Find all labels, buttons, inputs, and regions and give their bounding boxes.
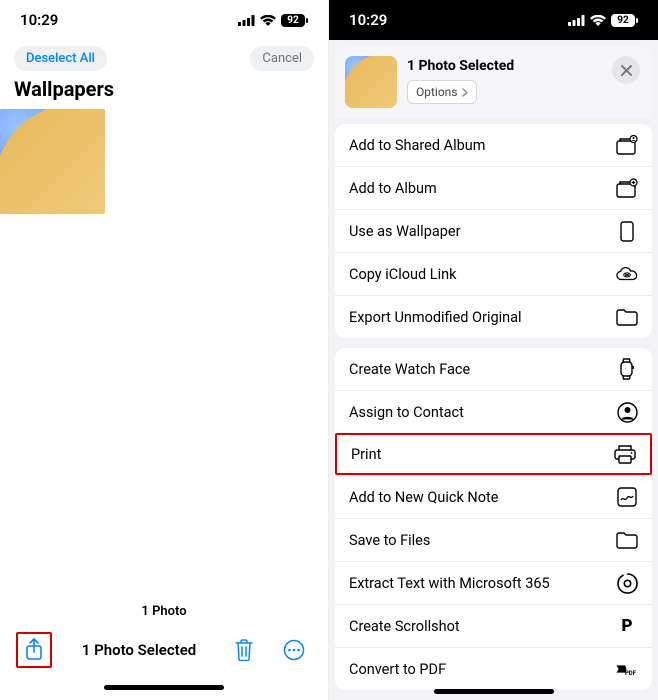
row-label: Add to Album: [349, 180, 437, 197]
photo-count: 1 Photo: [0, 600, 328, 627]
row-label: Export Unmodified Original: [349, 309, 522, 326]
action-quick-note[interactable]: Add to New Quick Note: [335, 475, 652, 518]
phone-right: 10:29 92 1 Photo Selected Options: [329, 0, 658, 700]
row-label: Add to Shared Album: [349, 137, 485, 154]
phone-left: 10:29 92 Deselect All Cancel Wallpapers …: [0, 0, 329, 700]
chevron-right-icon: [462, 88, 468, 97]
scrollshot-icon: P: [616, 615, 638, 637]
close-icon: [621, 65, 632, 76]
selected-label: 1 Photo Selected: [82, 641, 196, 659]
watch-icon: [616, 358, 638, 380]
pdf-icon: PDF: [616, 658, 638, 680]
row-label: Copy iCloud Link: [349, 266, 456, 283]
shared-album-icon: [616, 134, 638, 156]
quick-note-icon: [616, 486, 638, 508]
folder-icon: [616, 306, 638, 328]
row-label: Create Watch Face: [349, 361, 470, 378]
album-title: Wallpapers: [0, 73, 328, 109]
action-use-as-wallpaper[interactable]: Use as Wallpaper: [335, 209, 652, 252]
microsoft-365-icon: [616, 572, 638, 594]
row-label: Extract Text with Microsoft 365: [349, 575, 550, 592]
action-assign-contact[interactable]: Assign to Contact: [335, 390, 652, 433]
row-label: Use as Wallpaper: [349, 223, 460, 240]
row-label: Add to New Quick Note: [349, 489, 498, 506]
row-label: Print: [351, 446, 381, 463]
options-button[interactable]: Options: [407, 80, 477, 104]
status-bar: 10:29 92: [0, 0, 328, 40]
action-extract-text[interactable]: Extract Text with Microsoft 365: [335, 561, 652, 604]
deselect-all-button[interactable]: Deselect All: [14, 46, 107, 71]
action-copy-icloud-link[interactable]: Copy iCloud Link: [335, 252, 652, 295]
sheet-thumbnail: [345, 56, 397, 108]
cellular-icon: [238, 15, 255, 26]
row-label: Save to Files: [349, 532, 430, 549]
add-album-icon: [616, 177, 638, 199]
row-label: Assign to Contact: [349, 404, 464, 421]
printer-icon: [614, 443, 636, 465]
action-create-scrollshot[interactable]: Create Scrollshot P: [335, 604, 652, 647]
action-save-to-files[interactable]: Save to Files: [335, 518, 652, 561]
selected-check-icon: [75, 184, 101, 210]
action-create-watch-face[interactable]: Create Watch Face: [335, 348, 652, 390]
cancel-button[interactable]: Cancel: [250, 46, 314, 71]
home-indicator[interactable]: [104, 685, 224, 690]
phone-icon: [616, 220, 638, 242]
options-label: Options: [416, 85, 458, 99]
action-export-original[interactable]: Export Unmodified Original: [335, 295, 652, 338]
home-indicator[interactable]: [434, 689, 554, 694]
bottom-toolbar: 1 Photo Selected: [0, 627, 328, 677]
wifi-icon: [590, 15, 606, 26]
status-time: 10:29: [349, 11, 387, 29]
row-label: Create Scrollshot: [349, 618, 460, 635]
contact-icon: [616, 401, 638, 423]
action-convert-pdf[interactable]: Convert to PDF PDF: [335, 647, 652, 690]
close-button[interactable]: [612, 56, 640, 84]
status-bar: 10:29 92: [329, 0, 658, 40]
battery-percent: 92: [281, 15, 305, 26]
sheet-title: 1 Photo Selected: [407, 56, 514, 80]
trash-button[interactable]: [226, 632, 262, 668]
status-time: 10:29: [20, 11, 58, 29]
share-sheet-header: 1 Photo Selected Options: [335, 46, 652, 118]
action-add-album[interactable]: Add to Album: [335, 166, 652, 209]
battery-percent: 92: [611, 15, 635, 26]
action-group-1: Add to Shared Album Add to Album Use as …: [335, 124, 652, 338]
more-button[interactable]: [276, 632, 312, 668]
cellular-icon: [568, 15, 585, 26]
action-add-shared-album[interactable]: Add to Shared Album: [335, 124, 652, 166]
status-indicators: 92: [238, 14, 308, 27]
wifi-icon: [260, 15, 276, 26]
action-group-2: Create Watch Face Assign to Contact Prin…: [335, 348, 652, 690]
battery-icon: 92: [281, 14, 308, 27]
row-label: Convert to PDF: [349, 661, 446, 678]
battery-icon: 92: [611, 14, 638, 27]
action-print[interactable]: Print: [335, 433, 652, 475]
icloud-icon: [616, 263, 638, 285]
photo-thumbnail[interactable]: [0, 109, 105, 214]
folder-icon: [616, 529, 638, 551]
status-indicators: 92: [568, 14, 638, 27]
share-button[interactable]: [16, 632, 52, 668]
